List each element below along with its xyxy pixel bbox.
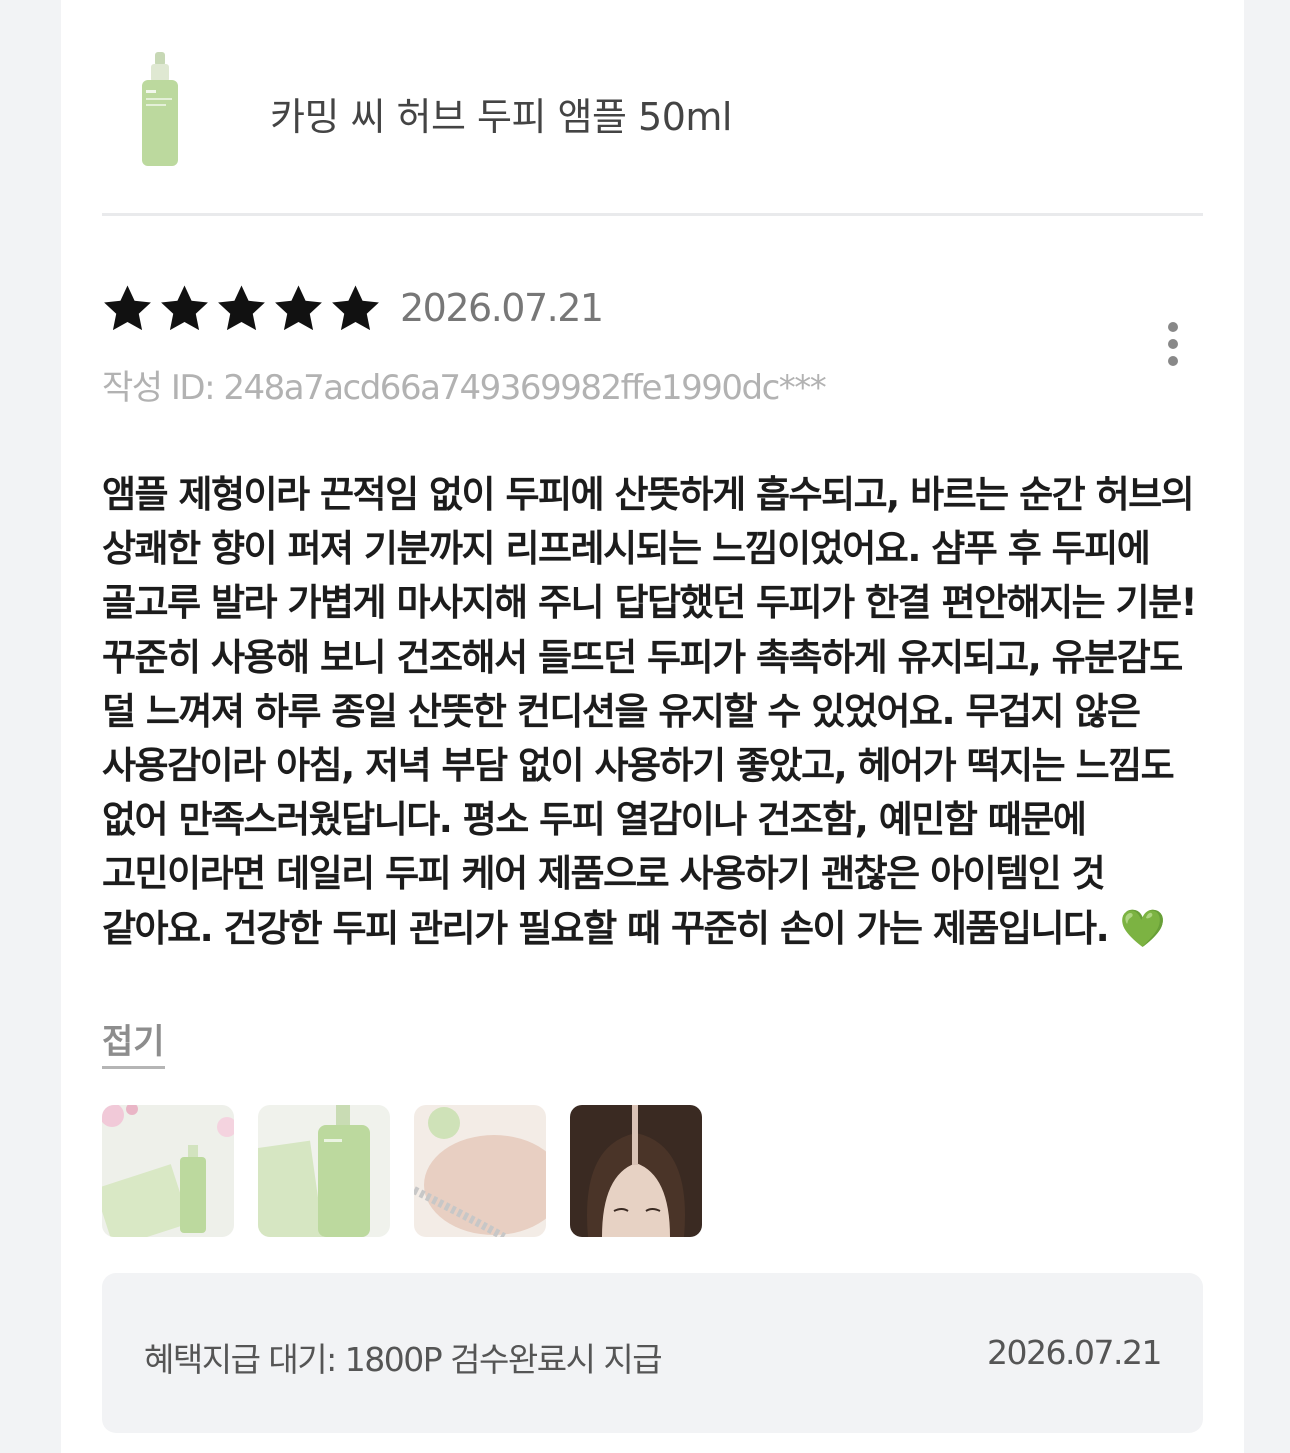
product-name[interactable]: 카밍 씨 허브 두피 앰플 50ml [270, 86, 732, 141]
star-icon [161, 285, 208, 331]
review-photo-3[interactable] [414, 1105, 546, 1237]
star-icon [218, 285, 265, 331]
benefit-box: 혜택지급 대기: 1800P 검수완료시 지급 2026.07.21 [102, 1273, 1203, 1433]
review-photo-2[interactable] [258, 1105, 390, 1237]
more-vertical-icon[interactable] [1150, 318, 1196, 370]
review-photo-1[interactable] [102, 1105, 234, 1237]
review-photo-4[interactable] [570, 1105, 702, 1237]
benefit-date: 2026.07.21 [987, 1333, 1162, 1372]
collapse-button[interactable]: 접기 [102, 1020, 165, 1069]
review-date: 2026.07.21 [400, 286, 604, 330]
star-icon [275, 285, 322, 331]
product-header[interactable]: 카밍 씨 허브 두피 앰플 50ml [102, 40, 1203, 216]
star-icon [332, 285, 379, 331]
review-body: 앰플 제형이라 끈적임 없이 두피에 산뜻하게 흡수되고, 바르는 순간 허브의… [102, 473, 1198, 950]
star-icon [104, 285, 151, 331]
benefit-status: 혜택지급 대기: 1800P 검수완료시 지급 [144, 1340, 663, 1379]
product-thumbnail[interactable] [134, 50, 186, 170]
rating-stars [100, 282, 383, 335]
review-photos [102, 1105, 702, 1237]
author-id: 작성 ID: 248a7acd66a749369982ffe1990dc*** [102, 368, 827, 408]
